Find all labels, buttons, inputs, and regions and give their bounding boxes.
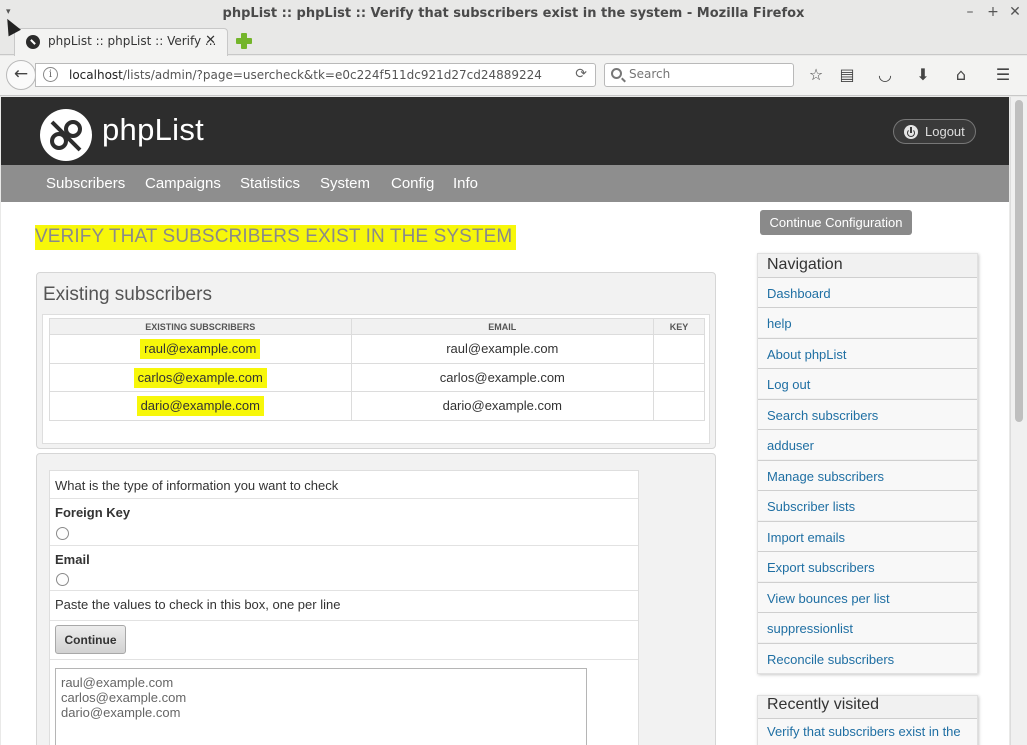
foreign-key-radio[interactable] xyxy=(56,527,69,540)
window-title: phpList :: phpList :: Verify that subscr… xyxy=(222,6,805,21)
browser-tab[interactable]: phpList :: phpList :: Verify ... ✕ xyxy=(14,28,228,56)
bookmark-star-icon[interactable]: ☆ xyxy=(806,65,826,85)
navigation-title: Navigation xyxy=(767,256,843,273)
browser-window: ▾ phpList :: phpList :: Verify that subs… xyxy=(0,0,1027,745)
check-form: What is the type of information you want… xyxy=(49,470,639,745)
sidebar-item-subscriber-lists[interactable]: Subscriber lists xyxy=(758,490,977,520)
paste-label: Paste the values to check in this box, o… xyxy=(55,597,341,612)
email-option-label: Email xyxy=(55,552,90,567)
key-cell xyxy=(653,391,705,421)
phplist-header: phpList Logout xyxy=(1,97,1009,165)
minimize-button[interactable]: – xyxy=(962,4,978,20)
column-header-email: EMAIL xyxy=(350,318,655,335)
nav-config[interactable]: Config xyxy=(391,175,434,192)
sidebar-item-search-subscribers[interactable]: Search subscribers xyxy=(758,399,977,429)
search-icon xyxy=(611,68,622,79)
navigation-box: Navigation Dashboard help About phpList … xyxy=(757,253,978,674)
existing-subscriber-cell: raul@example.com xyxy=(140,339,261,360)
nav-campaigns[interactable]: Campaigns xyxy=(145,175,221,192)
phplist-favicon-icon xyxy=(26,35,40,49)
search-input[interactable] xyxy=(629,67,779,81)
key-cell xyxy=(653,334,705,364)
continue-button[interactable]: Continue xyxy=(55,625,126,654)
page-content: phpList Logout Subscribers Campaigns Sta… xyxy=(1,97,1009,745)
question-label: What is the type of information you want… xyxy=(55,478,339,493)
continue-configuration-button[interactable]: Continue Configuration xyxy=(760,210,912,235)
site-info-icon[interactable]: i xyxy=(43,67,58,82)
tab-close-icon[interactable]: ✕ xyxy=(205,33,216,48)
email-cell: raul@example.com xyxy=(350,334,655,364)
logout-button[interactable]: Logout xyxy=(893,119,976,144)
sidebar-item-export-subscribers[interactable]: Export subscribers xyxy=(758,551,977,581)
reload-icon[interactable]: ⟳ xyxy=(575,66,587,82)
sidebar-item-logout[interactable]: Log out xyxy=(758,368,977,398)
existing-subscribers-panel: Existing subscribers EXISTING SUBSCRIBER… xyxy=(36,272,716,449)
search-box[interactable] xyxy=(604,63,794,87)
hamburger-menu-icon[interactable]: ☰ xyxy=(993,65,1013,85)
sidebar-item-adduser[interactable]: adduser xyxy=(758,429,977,459)
recently-visited-title: Recently visited xyxy=(767,696,880,713)
existing-subscribers-table: EXISTING SUBSCRIBERS EMAIL KEY raul@exam… xyxy=(49,318,705,421)
page-title: VERIFY THAT SUBSCRIBERS EXIST IN THE SYS… xyxy=(35,225,517,250)
url-text[interactable]: localhost/lists/admin/?page=usercheck&tk… xyxy=(69,68,542,82)
sidebar-item-manage-subscribers[interactable]: Manage subscribers xyxy=(758,460,977,490)
scrollbar-thumb[interactable] xyxy=(1015,100,1023,422)
foreign-key-label: Foreign Key xyxy=(55,505,131,520)
phplist-logo-text[interactable]: phpList xyxy=(102,112,204,148)
downloads-icon[interactable]: ⬇ xyxy=(913,65,933,85)
browser-toolbar: i localhost/lists/admin/?page=usercheck&… xyxy=(0,56,1027,96)
main-navigation: Subscribers Campaigns Statistics System … xyxy=(1,165,1009,202)
table-row: dario@example.com dario@example.com xyxy=(49,391,705,421)
check-form-panel: What is the type of information you want… xyxy=(36,453,716,745)
existing-subscriber-cell: dario@example.com xyxy=(136,396,264,417)
recent-item[interactable]: Verify that subscribers exist in the xyxy=(758,718,977,745)
sidebar-item-view-bounces[interactable]: View bounces per list xyxy=(758,582,977,612)
home-icon[interactable]: ⌂ xyxy=(951,65,971,85)
sidebar-item-help[interactable]: help xyxy=(758,307,977,337)
nav-subscribers[interactable]: Subscribers xyxy=(46,175,125,192)
recently-visited-box: Recently visited Verify that subscribers… xyxy=(757,695,978,745)
tab-title: phpList :: phpList :: Verify ... xyxy=(48,34,217,48)
column-header-existing: EXISTING SUBSCRIBERS xyxy=(49,318,352,335)
pocket-icon[interactable]: ◡ xyxy=(875,65,895,85)
window-titlebar: ▾ phpList :: phpList :: Verify that subs… xyxy=(0,0,1027,28)
existing-subscriber-cell: carlos@example.com xyxy=(133,367,267,388)
email-cell: dario@example.com xyxy=(350,391,655,421)
panel-body: EXISTING SUBSCRIBERS EMAIL KEY raul@exam… xyxy=(42,314,710,444)
maximize-button[interactable]: + xyxy=(985,4,1001,20)
sidebar-item-import-emails[interactable]: Import emails xyxy=(758,521,977,551)
reading-list-icon[interactable]: ▤ xyxy=(837,65,857,85)
power-icon xyxy=(904,125,918,139)
values-textarea[interactable] xyxy=(55,668,587,745)
table-row: raul@example.com raul@example.com xyxy=(49,334,705,364)
column-header-key: KEY xyxy=(653,318,705,335)
close-window-button[interactable]: ✕ xyxy=(1007,4,1023,20)
url-bar[interactable]: i localhost/lists/admin/?page=usercheck&… xyxy=(35,63,596,87)
page-scrollbar[interactable] xyxy=(1010,97,1027,745)
nav-system[interactable]: System xyxy=(320,175,370,192)
back-arrow-icon[interactable]: ← xyxy=(6,60,36,90)
new-tab-icon[interactable] xyxy=(235,32,253,50)
nav-statistics[interactable]: Statistics xyxy=(240,175,300,192)
table-row: carlos@example.com carlos@example.com xyxy=(49,362,705,392)
nav-info[interactable]: Info xyxy=(453,175,478,192)
phplist-logo-icon[interactable] xyxy=(40,109,92,161)
panel-title: Existing subscribers xyxy=(43,284,212,305)
sidebar-item-dashboard[interactable]: Dashboard xyxy=(758,277,977,307)
tab-strip: phpList :: phpList :: Verify ... ✕ xyxy=(0,28,1027,56)
sidebar-item-about[interactable]: About phpList xyxy=(758,338,977,368)
sidebar-item-reconcile-subscribers[interactable]: Reconcile subscribers xyxy=(758,643,977,673)
sidebar-item-suppressionlist[interactable]: suppressionlist xyxy=(758,612,977,642)
key-cell xyxy=(653,362,705,392)
email-radio[interactable] xyxy=(56,573,69,586)
email-cell: carlos@example.com xyxy=(350,362,655,392)
